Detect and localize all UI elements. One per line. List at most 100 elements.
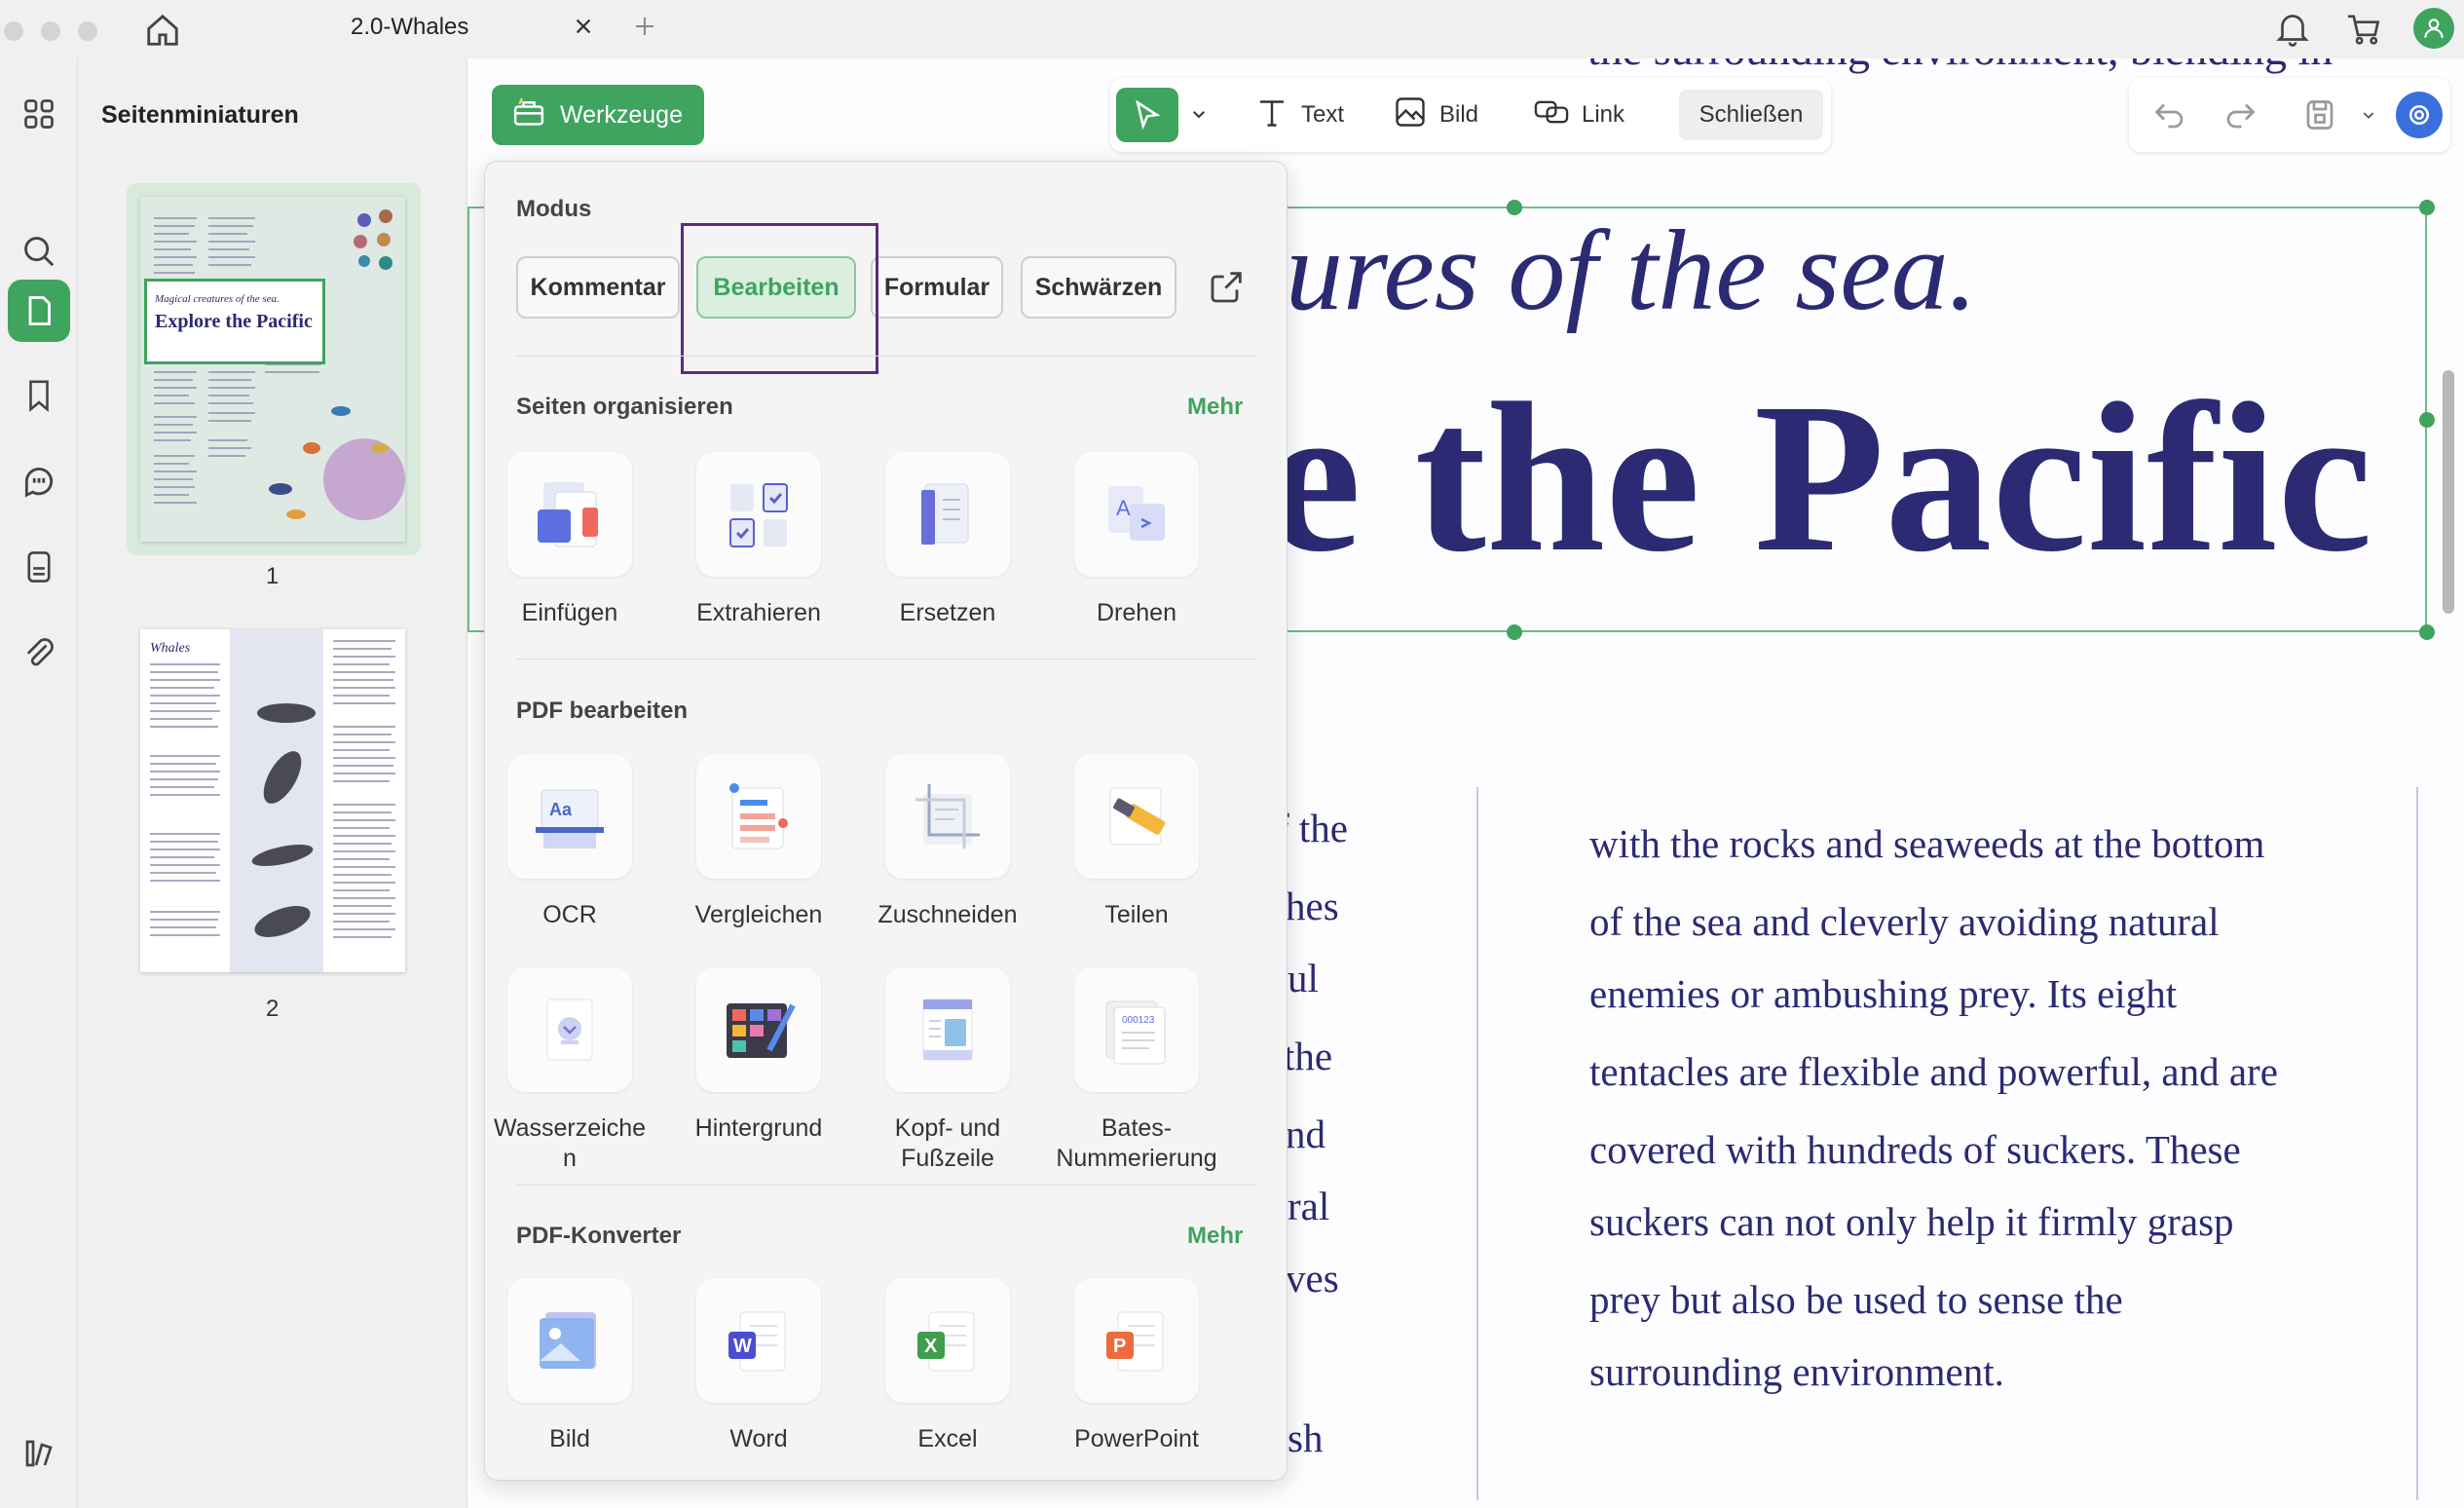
tool-ersetzen[interactable]: Ersetzen [855, 452, 1040, 666]
tool-convert-bild[interactable]: Bild [477, 1278, 662, 1492]
tool-teilen[interactable]: Teilen [1044, 754, 1229, 968]
header-footer-icon [885, 967, 1010, 1092]
close-edit-button[interactable]: Schließen [1679, 90, 1823, 140]
cart-icon[interactable] [2345, 12, 2382, 52]
heading-subtitle[interactable]: ures of the sea. [1286, 205, 1977, 337]
resize-handle[interactable] [2419, 200, 2435, 215]
page-thumbnail-2[interactable]: Whales [140, 629, 405, 972]
tool-label: Word [729, 1425, 788, 1452]
redo-icon[interactable] [2222, 97, 2258, 137]
section-title-pdf-konverter: PDF-Konverter [516, 1223, 682, 1249]
column-divider [2416, 787, 2418, 1500]
panel-title: Seitenminiaturen [101, 101, 299, 129]
werkzeuge-button[interactable]: Werkzeuge [492, 85, 704, 145]
body-text: the [1284, 1034, 1333, 1078]
thumb-subtitle: Magical creatures of the sea. [155, 293, 280, 305]
attachment-icon[interactable] [8, 622, 70, 684]
image-file-icon [507, 1278, 632, 1403]
tool-convert-excel[interactable]: X Excel [855, 1278, 1040, 1492]
body-text: of the sea and cleverly avoiding natural [1589, 899, 2220, 944]
crop-icon [885, 754, 1010, 879]
history-toolbar [2129, 78, 2450, 152]
section-title-seiten-organisieren: Seiten organisieren [516, 394, 733, 420]
svg-text:000123: 000123 [1122, 1015, 1155, 1026]
page-thumbnails-icon[interactable] [8, 280, 70, 342]
bookmark-icon[interactable] [8, 364, 70, 427]
heading-title[interactable]: e the Pacific [1266, 370, 2372, 584]
tool-ocr[interactable]: Aa OCR [477, 754, 662, 968]
tool-zuschneiden[interactable]: Zuschneiden [855, 754, 1040, 968]
section-title-modus: Modus [516, 196, 592, 222]
window-minimize-dot[interactable] [41, 21, 60, 41]
body-text: ves [1286, 1256, 1339, 1301]
chevron-down-icon[interactable] [1190, 105, 1208, 128]
comment-icon[interactable] [8, 450, 70, 512]
search-icon[interactable] [8, 220, 70, 283]
select-tool-button[interactable] [1116, 88, 1178, 142]
mehr-link[interactable]: Mehr [1187, 394, 1243, 421]
left-rail [0, 58, 78, 1508]
thumb-title: Explore the Pacific [155, 311, 313, 332]
svg-text:W: W [733, 1336, 752, 1357]
tool-convert-word[interactable]: W Word [666, 1278, 851, 1492]
chevron-down-icon[interactable] [2361, 107, 2376, 128]
rotate-page-icon: A [1074, 452, 1199, 577]
mode-schwaerzen-button[interactable]: Schwärzen [1021, 256, 1176, 319]
title-bar: 2.0-Whales [0, 0, 2464, 58]
background-icon [696, 967, 821, 1092]
tool-bates-nummerierung[interactable]: 000123 Bates- Nummerierung [1044, 967, 1229, 1182]
mehr-link[interactable]: Mehr [1187, 1223, 1243, 1250]
ai-assistant-icon[interactable] [2396, 92, 2443, 138]
image-tool-label: Bild [1439, 101, 1479, 128]
bell-icon[interactable] [2275, 10, 2310, 54]
excel-file-icon: X [885, 1278, 1010, 1403]
tool-extrahieren[interactable]: Extrahieren [666, 452, 851, 666]
mode-formular-button[interactable]: Formular [871, 256, 1003, 319]
tool-convert-powerpoint[interactable]: P PowerPoint [1044, 1278, 1229, 1492]
tool-hintergrund[interactable]: Hintergrund [666, 967, 851, 1182]
tool-wasserzeichen[interactable]: Wasserzeiche n [477, 967, 662, 1182]
powerpoint-file-icon: P [1074, 1278, 1199, 1403]
document-text: the surrounding environment, blending in [1587, 58, 2333, 75]
avatar[interactable] [2413, 8, 2454, 49]
resize-handle[interactable] [2419, 624, 2435, 640]
sidebar-toggle-icon[interactable] [8, 1422, 70, 1485]
page-number: 2 [266, 996, 280, 1022]
tool-label: OCR [542, 901, 597, 928]
tool-kopf-und-fusszeile[interactable]: Kopf- und Fußzeile [855, 967, 1040, 1182]
tool-label: Extrahieren [696, 599, 821, 626]
body-text: sh [1288, 1415, 1324, 1460]
werkzeuge-label: Werkzeuge [560, 100, 683, 129]
split-icon [1074, 754, 1199, 879]
body-text: nd [1286, 1112, 1325, 1156]
text-tool-button[interactable]: Text [1254, 90, 1344, 140]
undo-icon[interactable] [2152, 97, 2187, 137]
scrollbar-thumb[interactable] [2443, 370, 2454, 614]
divider [516, 356, 1256, 357]
tool-vergleichen[interactable]: Vergleichen [666, 754, 851, 968]
mode-kommentar-button[interactable]: Kommentar [516, 256, 680, 319]
home-icon[interactable] [144, 12, 181, 54]
document-icon[interactable] [8, 536, 70, 598]
page-thumbnail-1[interactable]: Magical creatures of the sea. Explore th… [140, 197, 405, 542]
resize-handle[interactable] [2419, 412, 2435, 428]
tool-label: Kopf- und Fußzeile [894, 1114, 1001, 1172]
body-text: suckers can not only help it firmly gras… [1589, 1199, 2234, 1244]
tool-drehen[interactable]: A Drehen [1044, 452, 1229, 666]
tool-label: Vergleichen [694, 901, 823, 928]
extract-pages-icon [696, 452, 821, 577]
body-text: covered with hundreds of suckers. These [1589, 1127, 2241, 1172]
plus-icon[interactable] [633, 15, 656, 43]
image-tool-button[interactable]: Bild [1393, 90, 1478, 140]
resize-handle[interactable] [1507, 624, 1522, 640]
save-icon[interactable] [2302, 97, 2337, 137]
document-tab-title[interactable]: 2.0-Whales [351, 14, 468, 41]
close-icon[interactable] [573, 16, 594, 42]
external-link-icon[interactable] [1208, 267, 1247, 311]
body-text: surrounding environment. [1589, 1349, 2004, 1394]
window-zoom-dot[interactable] [78, 21, 97, 41]
link-tool-button[interactable]: Link [1533, 90, 1624, 140]
tool-einfuegen[interactable]: Einfügen [477, 452, 662, 666]
apps-grid-icon[interactable] [8, 83, 70, 145]
window-close-dot[interactable] [4, 21, 23, 41]
